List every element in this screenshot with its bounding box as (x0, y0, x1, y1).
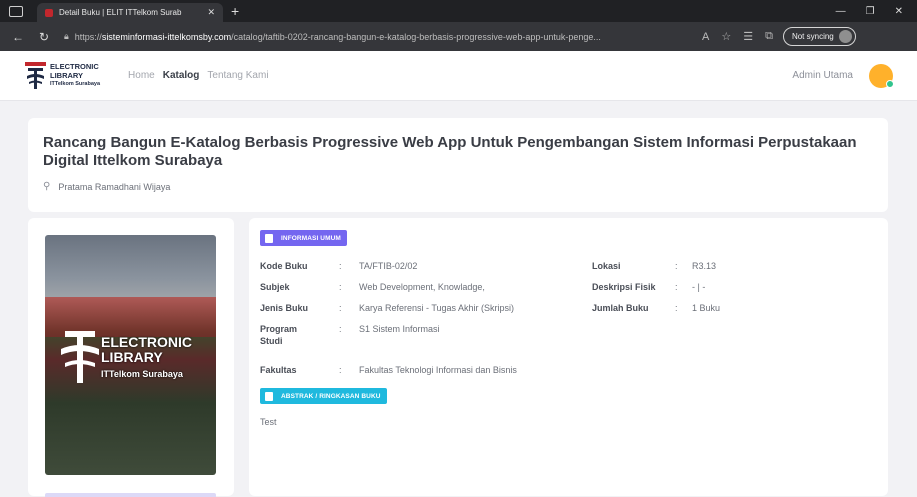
main-nav: Home Katalog Tentang Kami (128, 70, 269, 81)
field-label: Deskripsi Fisik (592, 282, 656, 292)
general-info-label: INFORMASI UMUM (281, 234, 341, 242)
cover-line-3: ITTelkom Surabaya (101, 369, 183, 379)
logo-line-3: ITTelkom Surabaya (50, 81, 101, 87)
minimize-icon[interactable]: — (836, 6, 846, 17)
field-program-studi: Program Studi (260, 323, 320, 347)
url-host: sisteminformasi-ittelkomsby.com (101, 31, 232, 42)
field-deskripsi-fisik: Deskripsi Fisik (592, 281, 656, 293)
logo-line-1: ELECTRONIC (50, 62, 99, 71)
browser-tab[interactable]: Detail Buku | ELIT ITTelkom Surab ✕ (37, 3, 223, 22)
tab-title: Detail Buku | ELIT ITTelkom Surab (59, 8, 182, 17)
new-tab-icon[interactable]: + (231, 4, 239, 18)
general-info-badge: INFORMASI UMUM (260, 230, 347, 246)
author-name: Pratama Ramadhani Wijaya (58, 181, 171, 192)
book-title-card: Rancang Bangun E-Katalog Berbasis Progre… (28, 118, 888, 212)
field-jenis-buku: Jenis Buku (260, 302, 308, 314)
book-title: Rancang Bangun E-Katalog Berbasis Progre… (43, 134, 857, 169)
field-value: TA/FTIB-02/02 (359, 261, 418, 271)
field-separator: : (675, 261, 678, 271)
field-value: Fakultas Teknologi Informasi dan Bisnis (359, 365, 517, 375)
lock-icon: 🔒︎ (64, 31, 69, 41)
favorites-bar-icon[interactable]: ☰ (743, 30, 753, 43)
field-separator: : (339, 324, 342, 334)
back-icon[interactable]: ← (10, 30, 26, 44)
close-tab-icon[interactable]: ✕ (207, 7, 215, 18)
field-lokasi: Lokasi (592, 260, 621, 272)
window-controls: — ❐ ✕ (836, 6, 917, 17)
nav-katalog[interactable]: Katalog (163, 70, 200, 81)
collections-icon[interactable]: ⧉ (765, 30, 773, 43)
person-icon: ⚲ (43, 181, 51, 192)
cover-line-2: LIBRARY (101, 349, 163, 365)
field-value: 1 Buku (692, 303, 721, 313)
document-icon (265, 233, 273, 243)
library-logo-icon (25, 62, 46, 89)
field-jumlah-buku: Jumlah Buku (592, 302, 649, 314)
browser-tab-bar: Detail Buku | ELIT ITTelkom Surab ✕ + — … (0, 0, 917, 22)
url-path: /catalog/taftib-0202-rancang-bangun-e-ka… (231, 31, 601, 42)
field-label: Kode Buku (260, 261, 308, 271)
field-separator: : (339, 282, 342, 292)
field-separator: : (675, 303, 678, 313)
field-label: Subjek (260, 282, 290, 292)
logo-line-2: LIBRARY (50, 71, 84, 80)
site-header: ELECTRONIC LIBRARY ITTelkom Surabaya Hom… (0, 51, 917, 101)
nav-home[interactable]: Home (128, 70, 155, 81)
read-aloud-icon[interactable]: A (702, 31, 709, 43)
abstract-badge: ABSTRAK / RINGKASAN BUKU (260, 388, 387, 404)
field-fakultas: Fakultas (260, 364, 297, 376)
favorite-icon[interactable]: ☆ (721, 30, 731, 43)
field-value: - | - (692, 282, 706, 292)
cover-logo-icon (61, 331, 99, 383)
browser-address-bar: ← ↻ 🔒︎ https://sisteminformasi-ittelkoms… (0, 22, 917, 51)
field-separator: : (339, 261, 342, 271)
field-value: Karya Referensi - Tugas Akhir (Skripsi) (359, 303, 515, 313)
cover-line-1: ELECTRONIC (101, 334, 192, 350)
field-label: Fakultas (260, 365, 297, 375)
nav-tentang-kami[interactable]: Tentang Kami (207, 70, 268, 81)
field-separator: : (339, 365, 342, 375)
sync-label: Not syncing (791, 32, 834, 41)
field-kode-buku: Kode Buku (260, 260, 308, 272)
field-value: R3.13 (692, 261, 717, 271)
profile-sync-button[interactable]: Not syncing (782, 27, 856, 46)
abstract-label: ABSTRAK / RINGKASAN BUKU (281, 392, 381, 400)
favicon-icon (45, 8, 53, 17)
field-separator: : (675, 282, 678, 292)
tab-actions-icon[interactable] (9, 5, 23, 17)
field-label: Jumlah Buku (592, 303, 649, 313)
user-avatar[interactable] (869, 63, 894, 88)
field-label: Program Studi (260, 324, 298, 346)
url-prefix: https:// (74, 31, 102, 42)
book-cover-card: ELECTRONIC LIBRARY ITTelkom Surabaya (28, 218, 234, 497)
restore-icon[interactable]: ❐ (866, 6, 875, 17)
document-icon (265, 391, 273, 401)
url-field[interactable]: 🔒︎ https://sisteminformasi-ittelkomsby.c… (64, 26, 690, 48)
field-value: Web Development, Knowladge, (359, 282, 485, 292)
refresh-icon[interactable]: ↻ (36, 30, 52, 44)
book-author: ⚲ Pratama Ramadhani Wijaya (43, 181, 170, 192)
close-window-icon[interactable]: ✕ (895, 6, 903, 17)
cover-action-bar[interactable] (45, 493, 216, 497)
profile-avatar-icon (838, 30, 852, 43)
field-separator: : (339, 303, 342, 313)
field-label: Lokasi (592, 261, 621, 271)
abstract-text: Test (260, 417, 277, 427)
book-cover-image: ELECTRONIC LIBRARY ITTelkom Surabaya (45, 235, 216, 475)
user-name[interactable]: Admin Utama (792, 70, 853, 81)
field-value: S1 Sistem Informasi (359, 324, 440, 334)
book-info-card: INFORMASI UMUM Kode Buku : TA/FTIB-02/02… (249, 218, 888, 496)
field-label: Jenis Buku (260, 303, 309, 313)
field-subjek: Subjek (260, 281, 290, 293)
site-logo[interactable]: ELECTRONIC LIBRARY ITTelkom Surabaya (25, 62, 100, 89)
